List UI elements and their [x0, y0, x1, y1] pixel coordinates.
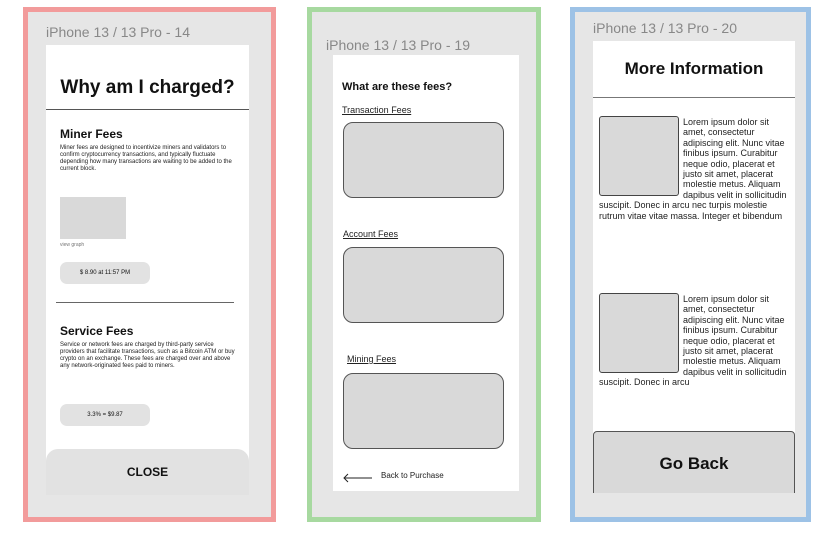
phone-screen: More Information Lorem ipsum dolor sit a… [593, 41, 795, 493]
divider [56, 302, 234, 303]
frame-label: iPhone 13 / 13 Pro - 14 [46, 24, 190, 40]
graph-placeholder[interactable] [60, 197, 126, 239]
page-title: Why am I charged? [60, 77, 235, 98]
miner-fee-amount-pill: $ 8.90 at 11:57 PM [60, 262, 150, 284]
go-back-button[interactable]: Go Back [593, 431, 795, 493]
frame-more-information: iPhone 13 / 13 Pro - 20 More Information… [570, 7, 811, 522]
arrow-left-icon[interactable] [342, 473, 372, 483]
frame-label: iPhone 13 / 13 Pro - 20 [593, 20, 737, 36]
mining-fees-card[interactable] [343, 373, 504, 449]
account-fees-card[interactable] [343, 247, 504, 323]
mining-fees-link[interactable]: Mining Fees [347, 354, 396, 364]
close-button[interactable]: CLOSE [46, 449, 249, 495]
divider [46, 109, 249, 110]
service-fees-description: Service or network fees are charged by t… [60, 342, 235, 369]
miner-fees-heading: Miner Fees [60, 127, 123, 141]
service-fees-heading: Service Fees [60, 324, 134, 338]
account-fees-link[interactable]: Account Fees [343, 229, 398, 239]
transaction-fees-link[interactable]: Transaction Fees [342, 105, 411, 115]
phone-screen: Why am I charged? Miner Fees Miner fees … [46, 45, 249, 495]
miner-fees-description: Miner fees are designed to incentivize m… [60, 145, 232, 172]
info-text-block: Lorem ipsum dolor sit amet, consectetur … [599, 117, 789, 221]
service-fee-amount-pill: 3.3% = $9.87 [60, 404, 150, 426]
frame-why-charged: iPhone 13 / 13 Pro - 14 Why am I charged… [23, 7, 276, 522]
back-to-purchase-link[interactable]: Back to Purchase [381, 471, 444, 480]
info-text-block: Lorem ipsum dolor sit amet, consectetur … [599, 294, 789, 388]
page-title: More Information [624, 59, 764, 78]
phone-screen: What are these fees? Transaction Fees Ac… [333, 55, 519, 491]
divider [593, 97, 795, 98]
page-title: What are these fees? [342, 81, 453, 93]
frame-label: iPhone 13 / 13 Pro - 19 [326, 37, 470, 53]
frame-what-are-fees: iPhone 13 / 13 Pro - 19 What are these f… [307, 7, 541, 522]
view-graph-link[interactable]: view graph [60, 242, 84, 248]
transaction-fees-card[interactable] [343, 122, 504, 198]
